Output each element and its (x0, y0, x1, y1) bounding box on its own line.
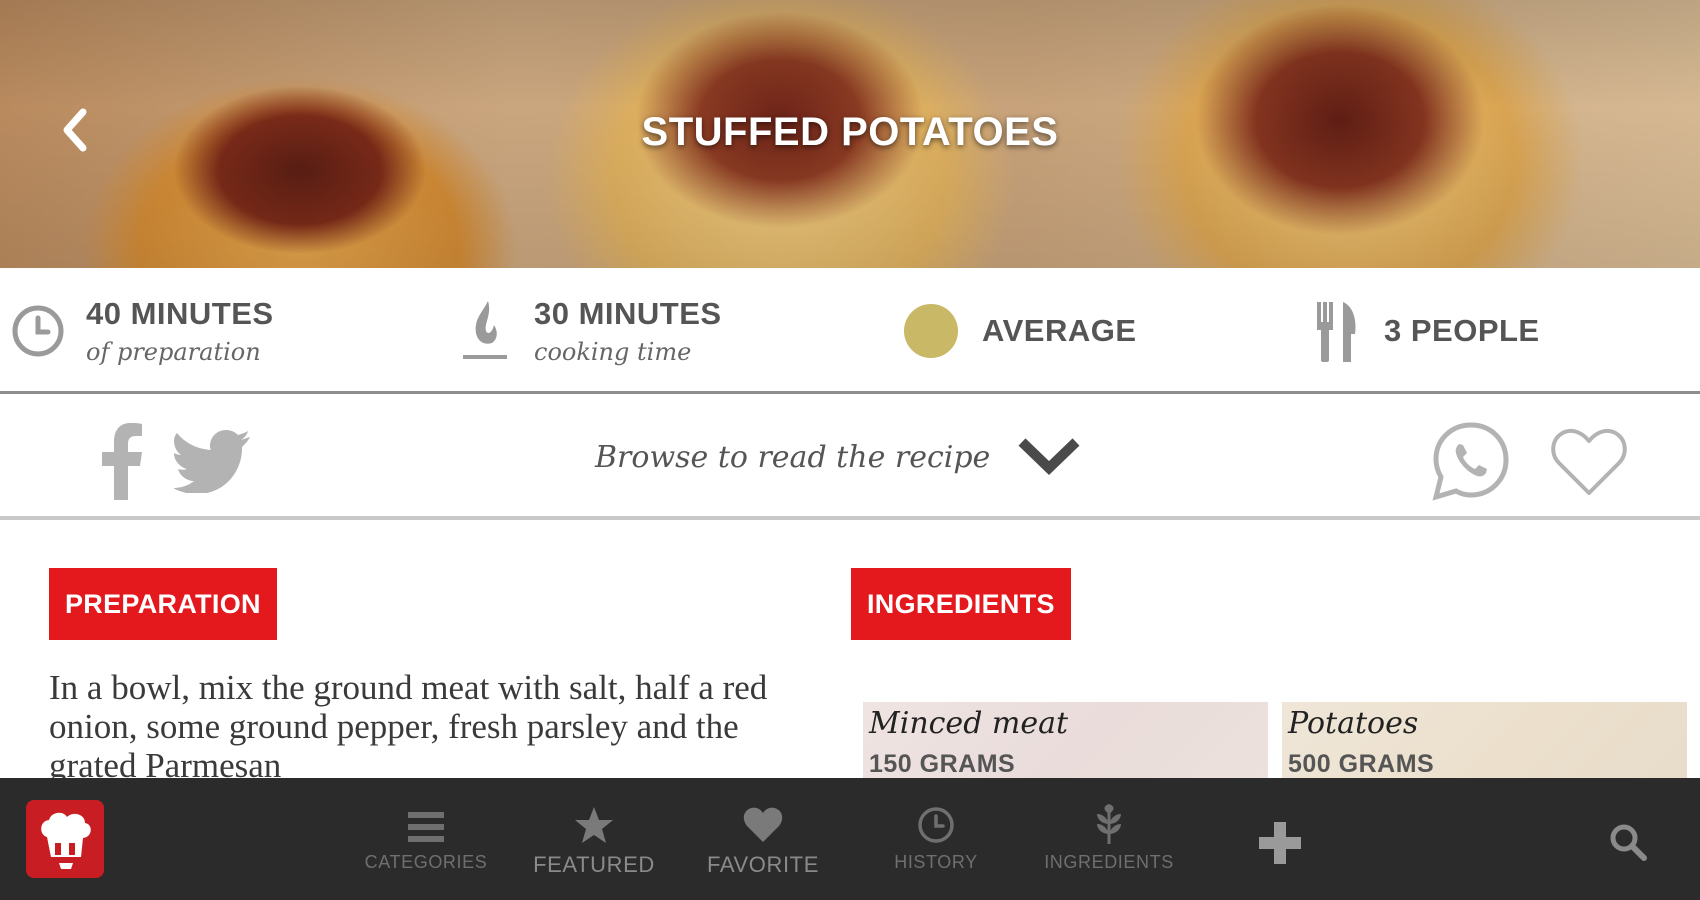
difficulty-dot-icon (904, 304, 958, 358)
chef-hat-logo-icon (41, 812, 91, 869)
star-icon (574, 800, 614, 844)
cook-time-caption: cooking time (534, 338, 692, 366)
whatsapp-icon (1432, 422, 1509, 501)
fork-knife-icon (1312, 298, 1362, 364)
nav-ingredients[interactable]: INGREDIENTS (1029, 800, 1189, 880)
favorite-button[interactable] (1548, 420, 1630, 502)
herb-leaf-icon (1091, 800, 1127, 844)
difficulty-value: AVERAGE (982, 313, 1137, 348)
ingredients-badge: INGREDIENTS (851, 568, 1071, 640)
heart-icon (742, 800, 784, 844)
search-icon (1610, 824, 1647, 861)
ingredient-quantity: 150 GRAMS (869, 750, 1016, 778)
servings-value: 3 PEOPLE (1384, 313, 1540, 348)
nav-categories-label: CATEGORIES (364, 852, 488, 872)
nav-featured-label: FEATURED (533, 852, 655, 877)
cook-time-value: 30 MINUTES (534, 296, 722, 331)
list-icon (408, 800, 444, 844)
nav-favorite[interactable]: FAVORITE (683, 800, 843, 880)
facebook-icon (102, 423, 142, 500)
ingredient-quantity: 500 GRAMS (1288, 750, 1435, 778)
twitter-share-button[interactable] (172, 420, 254, 502)
nav-history[interactable]: HISTORY (856, 800, 1016, 880)
search-button[interactable] (1608, 822, 1648, 862)
bottom-navigation-bar (0, 778, 1700, 900)
recipe-info-bar: 40 MINUTES of preparation 30 MINUTES coo… (0, 268, 1700, 394)
browse-recipe-text: Browse to read the recipe (595, 439, 991, 475)
prep-time-caption: of preparation (86, 338, 261, 366)
nav-featured[interactable]: FEATURED (514, 800, 674, 880)
servings-info: 3 PEOPLE (1312, 268, 1540, 394)
facebook-share-button[interactable] (80, 420, 162, 502)
nav-ingredients-label: INGREDIENTS (1044, 852, 1174, 872)
prep-time-value: 40 MINUTES (86, 296, 274, 331)
clock-icon (917, 800, 955, 844)
twitter-icon (174, 430, 250, 493)
recipe-title: STUFFED POTATOES (641, 110, 1059, 154)
plus-icon (1259, 822, 1301, 864)
nav-categories[interactable]: CATEGORIES (346, 800, 506, 880)
preparation-badge: PREPARATION (49, 568, 277, 640)
share-bar: Browse to read the recipe (0, 394, 1700, 520)
prep-time-info: 40 MINUTES of preparation (10, 268, 274, 394)
add-button[interactable] (1255, 818, 1305, 868)
ingredient-name: Potatoes (1288, 706, 1419, 741)
cook-time-info: 30 MINUTES cooking time (458, 268, 722, 394)
app-logo[interactable] (26, 800, 104, 878)
difficulty-info: AVERAGE (904, 268, 1137, 394)
nav-favorite-label: FAVORITE (707, 852, 819, 877)
nav-history-label: HISTORY (894, 852, 978, 872)
preparation-text: In a bowl, mix the ground meat with salt… (49, 668, 768, 785)
whatsapp-share-button[interactable] (1430, 420, 1512, 502)
heart-icon (1551, 428, 1627, 495)
ingredient-name: Minced meat (869, 706, 1069, 741)
flame-icon (458, 296, 512, 366)
clock-icon (10, 303, 66, 359)
chevron-down-icon (1016, 434, 1082, 481)
browse-recipe-toggle[interactable]: Browse to read the recipe (595, 432, 1082, 482)
